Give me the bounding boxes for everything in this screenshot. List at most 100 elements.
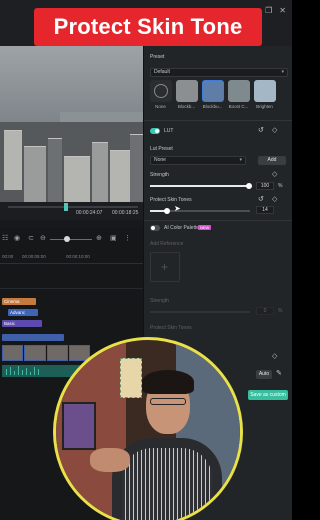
ai-strength-unit: % bbox=[278, 308, 283, 314]
ai-strength-value[interactable]: 0 bbox=[256, 307, 274, 315]
add-reference-box[interactable]: + bbox=[150, 252, 180, 282]
preset-dropdown-value: Default bbox=[154, 69, 170, 75]
section-divider bbox=[144, 220, 292, 221]
strength-slider[interactable] bbox=[150, 183, 252, 189]
protect-skin-slider[interactable] bbox=[150, 208, 250, 214]
window-controls: ❐ ✕ bbox=[265, 6, 286, 15]
magnet-icon[interactable]: ⊂ bbox=[28, 234, 34, 242]
webcam-towel bbox=[120, 358, 142, 398]
mouse-cursor-icon: ➤ bbox=[174, 204, 181, 213]
ai-strength-label: Strength bbox=[150, 298, 169, 304]
webcam-person-hair bbox=[142, 370, 194, 394]
preset-label-4: Brighten bbox=[256, 104, 273, 109]
plus-icon: + bbox=[161, 260, 169, 274]
video-clip-header[interactable] bbox=[2, 334, 64, 341]
ruler-tick: 00:00 bbox=[2, 254, 14, 259]
grid-icon[interactable]: ☷ bbox=[2, 234, 8, 242]
lut-preset-value: None bbox=[154, 157, 166, 163]
protect-skin-slider-handle[interactable] bbox=[164, 208, 170, 214]
building bbox=[110, 150, 130, 202]
player-playhead[interactable] bbox=[64, 203, 68, 211]
preset-label-2: Blockbu... bbox=[202, 104, 223, 109]
webcam-person-glasses bbox=[150, 398, 186, 405]
current-time: 00:00:24:07 bbox=[76, 210, 103, 216]
section-divider bbox=[144, 120, 292, 121]
video-preview[interactable] bbox=[0, 46, 143, 202]
record-icon[interactable]: ◉ bbox=[14, 234, 20, 242]
lut-preset-label: Lut Preset bbox=[150, 146, 173, 152]
ai-protect-skin-label: Protect Skin Tones bbox=[150, 325, 192, 331]
ruler-tick: 00:00:10:00 bbox=[66, 254, 90, 259]
text-clip[interactable]: Basic bbox=[2, 320, 42, 327]
reset-icon[interactable]: ↺ bbox=[258, 126, 264, 134]
ai-palette-label: AI Color Palette bbox=[164, 225, 200, 231]
preset-dropdown[interactable]: Default ▾ bbox=[150, 68, 288, 77]
add-reference-label: Add Reference bbox=[150, 241, 184, 247]
preset-brighten[interactable] bbox=[254, 80, 276, 102]
chevron-down-icon: ▾ bbox=[239, 157, 242, 163]
building bbox=[130, 134, 143, 202]
protect-skin-label: Protect Skin Tones bbox=[150, 197, 192, 203]
strength-unit: % bbox=[278, 183, 283, 189]
title-clip[interactable]: Cinema bbox=[2, 298, 36, 305]
keyframe-icon[interactable]: ◇ bbox=[272, 352, 277, 360]
keyframe-icon[interactable]: ◇ bbox=[272, 170, 277, 178]
chevron-down-icon: ▾ bbox=[281, 69, 284, 75]
timeline-toolbar: ☷ ◉ ⊂ ⊖ ⊕ ▣ ⋮ bbox=[0, 234, 143, 244]
ruler-tick: 00:00:05:00 bbox=[22, 254, 46, 259]
more-icon[interactable]: ⋮ bbox=[124, 234, 131, 242]
zoom-handle[interactable] bbox=[64, 236, 70, 242]
close-icon[interactable]: ✕ bbox=[279, 6, 286, 15]
strength-slider-fill bbox=[150, 185, 250, 187]
lut-label: LUT bbox=[164, 128, 174, 134]
webcam-person-stripes bbox=[122, 448, 212, 520]
keyframe-icon[interactable]: ◇ bbox=[272, 126, 277, 134]
ai-palette-toggle[interactable] bbox=[150, 225, 160, 231]
zoom-in-icon[interactable]: ⊕ bbox=[96, 234, 102, 242]
strength-value[interactable]: 100 bbox=[256, 182, 274, 190]
strength-label: Strength bbox=[150, 172, 169, 178]
preset-label-1: Blockb... bbox=[177, 104, 196, 109]
webcam-overlay bbox=[53, 337, 243, 520]
new-badge: NEW bbox=[198, 225, 212, 230]
add-lut-button[interactable]: Add bbox=[258, 156, 286, 165]
building bbox=[64, 156, 90, 202]
webcam-monitor bbox=[62, 402, 96, 450]
title-banner: Protect Skin Tone bbox=[34, 8, 262, 46]
preset-label-3: Boost C... bbox=[228, 104, 249, 109]
settings-icon[interactable]: ▣ bbox=[110, 234, 117, 242]
lut-preset-dropdown[interactable]: None ▾ bbox=[150, 156, 246, 165]
restore-icon[interactable]: ❐ bbox=[265, 6, 272, 15]
protect-skin-value[interactable]: 14 bbox=[256, 206, 274, 214]
preset-none[interactable] bbox=[150, 80, 172, 102]
ai-strength-slider[interactable] bbox=[150, 311, 250, 313]
auto-button[interactable]: Auto bbox=[256, 370, 272, 379]
none-icon bbox=[154, 84, 168, 98]
preset-label: Preset bbox=[150, 54, 165, 60]
preset-blockbuster-1[interactable] bbox=[176, 80, 198, 102]
video-editor-app: ❐ ✕ Protect Skin Tone 00:00:24:07 00:00:… bbox=[0, 0, 292, 520]
thumbnail bbox=[24, 345, 46, 361]
lut-toggle[interactable] bbox=[150, 128, 160, 134]
zoom-slider[interactable] bbox=[50, 239, 92, 240]
reset-icon[interactable]: ↺ bbox=[258, 195, 264, 203]
save-as-custom-button[interactable]: Save as custom bbox=[248, 390, 288, 400]
building bbox=[24, 146, 46, 202]
building bbox=[92, 142, 108, 202]
track-divider bbox=[0, 288, 143, 289]
eyedropper-icon[interactable]: ✎ bbox=[276, 369, 282, 377]
building bbox=[4, 130, 22, 190]
preset-label-none: None bbox=[155, 104, 166, 109]
building bbox=[48, 138, 62, 202]
effect-clip[interactable]: Advanc bbox=[8, 309, 38, 316]
zoom-out-icon[interactable]: ⊖ bbox=[40, 234, 46, 242]
thumbnail bbox=[2, 345, 24, 361]
strength-slider-handle[interactable] bbox=[246, 183, 252, 189]
preset-boost-color[interactable] bbox=[228, 80, 250, 102]
total-time: 00:00:18:25 bbox=[112, 210, 139, 216]
player-progress-track[interactable] bbox=[8, 206, 138, 208]
timeline-ruler: 00:00 00:00:05:00 00:00:10:00 bbox=[0, 252, 143, 264]
webcam-person-hand bbox=[90, 448, 130, 472]
keyframe-icon[interactable]: ◇ bbox=[272, 195, 277, 203]
preset-blockbuster-2[interactable] bbox=[202, 80, 224, 102]
